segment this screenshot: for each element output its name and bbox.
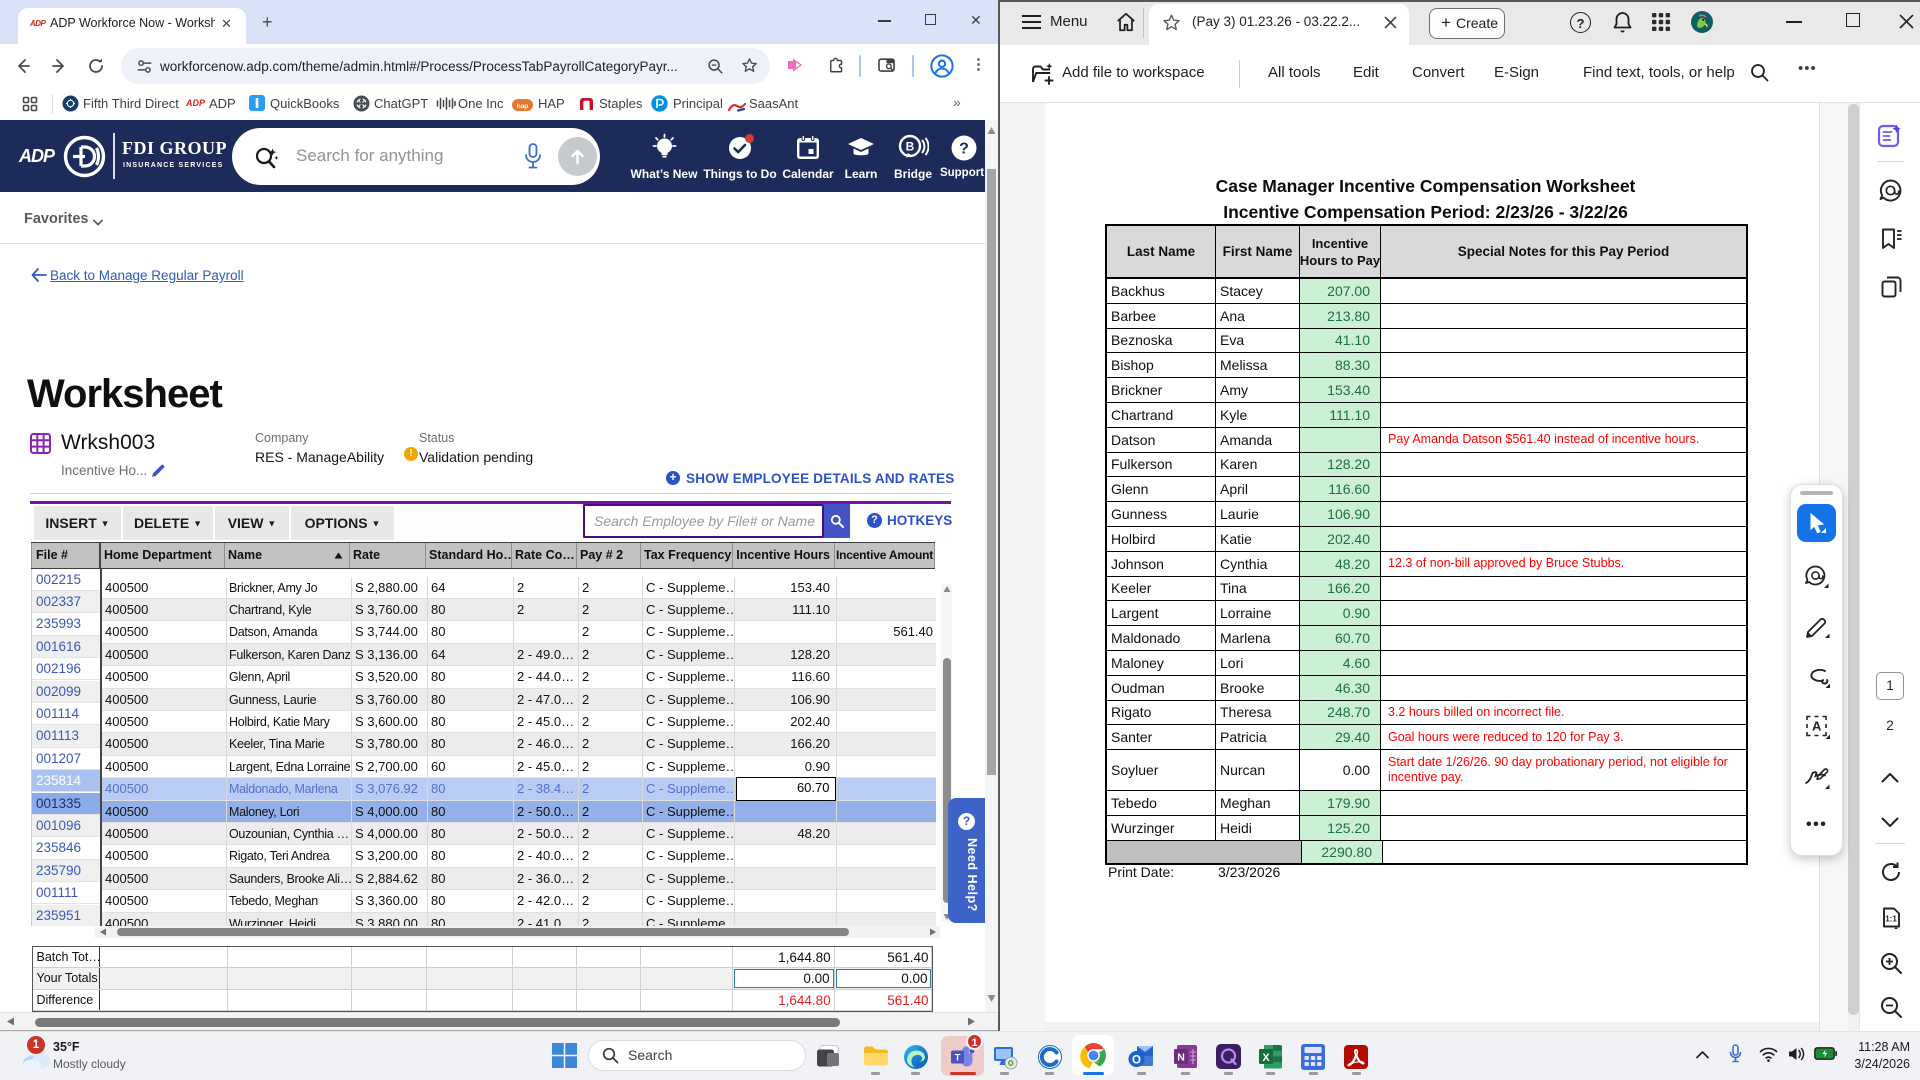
svg-text:T: T — [955, 1053, 961, 1064]
svg-text:X: X — [1262, 1052, 1270, 1064]
svg-text:O: O — [1132, 1054, 1141, 1066]
svg-text:1:1: 1:1 — [1885, 915, 1897, 924]
svg-text:?: ? — [959, 141, 969, 158]
svg-text:B: B — [906, 140, 915, 154]
svg-text:hap: hap — [517, 103, 529, 110]
svg-text:N: N — [1177, 1052, 1185, 1064]
svg-text:A: A — [1812, 719, 1822, 734]
